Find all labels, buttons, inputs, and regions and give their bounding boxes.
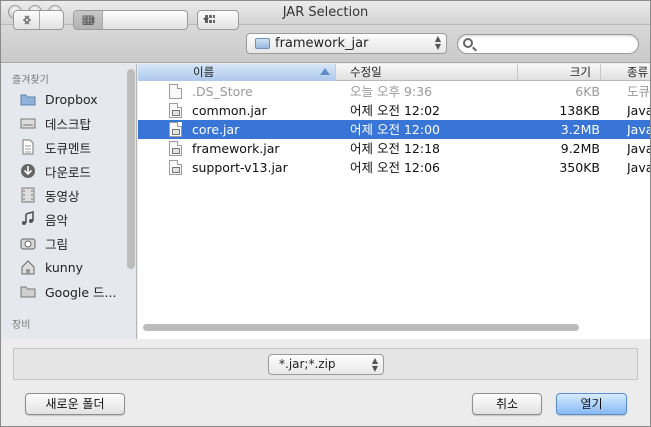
search-icon bbox=[463, 38, 473, 48]
table-row[interactable]: common.jar 어제 오전 12:02 138KB Java bbox=[138, 101, 650, 120]
file-size: 3.2MB bbox=[560, 122, 600, 137]
file-type-filter-popup[interactable]: *.jar;*.zip ▲ ▼ bbox=[268, 354, 384, 375]
sidebar-item-movies[interactable]: 동영상 bbox=[20, 184, 124, 206]
arrange-menu-button[interactable] bbox=[197, 10, 239, 30]
sidebar-item-label: 도큐멘트 bbox=[45, 140, 92, 156]
file-kind: Java bbox=[627, 141, 650, 156]
file-name: support-v13.jar bbox=[192, 160, 288, 175]
file-modified: 오늘 오후 9:36 bbox=[350, 84, 433, 99]
popup-updown-icon: ▲ ▼ bbox=[434, 34, 441, 51]
file-kind: 도큐 bbox=[627, 84, 650, 99]
jar-file-icon bbox=[169, 122, 182, 137]
file-modified: 어제 오전 12:18 bbox=[350, 141, 440, 156]
sidebar-item-label: Dropbox bbox=[45, 91, 98, 107]
arrange-chevron-down-icon bbox=[198, 11, 214, 29]
sidebar-item-downloads[interactable]: 다운로드 bbox=[20, 160, 124, 182]
view-mode-buttons bbox=[73, 10, 188, 30]
file-kind: Java bbox=[627, 160, 650, 175]
sidebar-item-label: 동영상 bbox=[45, 188, 80, 204]
sidebar-item-label: kunny bbox=[45, 259, 84, 275]
file-size: 138KB bbox=[559, 103, 600, 118]
chevron-right-icon bbox=[24, 15, 31, 25]
sidebar-item-label: 다운로드 bbox=[45, 164, 92, 180]
table-row[interactable]: core.jar 어제 오전 12:00 3.2MB Java bbox=[138, 120, 650, 139]
navigation-buttons bbox=[13, 10, 64, 30]
cancel-button[interactable]: 취소 bbox=[472, 393, 542, 415]
search-input[interactable] bbox=[457, 34, 639, 54]
sidebar-item-desktop[interactable]: 데스크탑 bbox=[20, 112, 124, 134]
cover-flow-button[interactable] bbox=[74, 11, 103, 29]
file-modified: 어제 오전 12:02 bbox=[350, 103, 440, 118]
sidebar-favorites-header: 즐겨찾기 bbox=[12, 75, 49, 86]
file-kind: Java bbox=[627, 103, 650, 118]
sidebar-item-pictures[interactable]: 그림 bbox=[20, 232, 124, 254]
downloads-icon bbox=[20, 163, 36, 179]
dropbox-icon bbox=[20, 91, 36, 107]
jar-file-icon bbox=[169, 141, 182, 156]
open-button[interactable]: 열기 bbox=[556, 393, 627, 415]
sidebar-item-label: 데스크탑 bbox=[45, 116, 92, 132]
music-icon bbox=[20, 210, 36, 227]
file-kind: Java bbox=[627, 122, 650, 137]
file-list-horizontal-scrollbar[interactable] bbox=[143, 324, 579, 331]
file-name: .DS_Store bbox=[192, 84, 253, 99]
sidebar-item-home[interactable]: kunny bbox=[20, 256, 124, 278]
file-name: common.jar bbox=[192, 103, 267, 118]
cover-flow-icon bbox=[82, 16, 95, 24]
kind-column-header[interactable]: 종류 bbox=[602, 64, 650, 81]
new-folder-button[interactable]: 새로운 폴더 bbox=[25, 393, 125, 415]
sidebar: 즐겨찾기 Dropbox 데스크탑 도큐멘트 다운로드 동영상 음악 그림 ku… bbox=[1, 64, 137, 339]
sidebar-item-documents[interactable]: 도큐멘트 bbox=[20, 136, 124, 158]
name-column-header[interactable]: 이름 bbox=[138, 64, 336, 81]
file-size: 9.2MB bbox=[560, 141, 600, 156]
file-name: framework.jar bbox=[192, 141, 280, 156]
desktop-icon bbox=[20, 115, 36, 131]
modified-column-header[interactable]: 수정일 bbox=[337, 64, 518, 81]
file-name: core.jar bbox=[192, 122, 240, 137]
file-list-header: 이름 수정일 크기 종류 bbox=[138, 64, 650, 81]
folder-path-label: framework_jar bbox=[275, 36, 369, 51]
table-row[interactable]: framework.jar 어제 오전 12:18 9.2MB Java bbox=[138, 139, 650, 158]
table-row[interactable]: .DS_Store 오늘 오후 9:36 6KB 도큐 bbox=[138, 82, 650, 101]
jar-selection-dialog: JAR Selection framework_jar ▲ ▼ 즐겨찾기 Dro… bbox=[0, 0, 651, 427]
file-type-filter-value: *.jar;*.zip bbox=[279, 357, 336, 371]
movies-icon bbox=[20, 187, 36, 203]
file-size: 350KB bbox=[559, 160, 600, 175]
sidebar-vertical-scrollbar[interactable] bbox=[127, 69, 135, 269]
jar-file-icon bbox=[169, 103, 182, 118]
filter-updown-icon: ▲ ▼ bbox=[371, 356, 378, 373]
sidebar-devices-header: 장비 bbox=[12, 320, 31, 331]
folder-icon bbox=[20, 283, 36, 299]
folder-path-popup[interactable]: framework_jar ▲ ▼ bbox=[246, 33, 447, 54]
sidebar-item-label: 음악 bbox=[45, 212, 69, 228]
table-row[interactable]: support-v13.jar 어제 오전 12:06 350KB Java bbox=[138, 158, 650, 177]
file-list: 이름 수정일 크기 종류 .DS_Store 오늘 오후 9:36 6KB 도큐… bbox=[138, 64, 650, 339]
jar-file-icon bbox=[169, 160, 182, 175]
size-column-header[interactable]: 크기 bbox=[519, 64, 601, 81]
sidebar-item-label: Google 드... bbox=[45, 284, 117, 300]
file-size: 6KB bbox=[575, 84, 600, 99]
folder-icon bbox=[255, 38, 270, 49]
file-modified: 어제 오전 12:06 bbox=[350, 160, 440, 175]
document-file-icon bbox=[169, 84, 182, 99]
sort-ascending-icon bbox=[320, 68, 330, 75]
sidebar-item-google-drive[interactable]: Google 드... bbox=[20, 280, 124, 302]
file-modified: 어제 오전 12:00 bbox=[350, 122, 440, 137]
sidebar-item-music[interactable]: 음악 bbox=[20, 208, 124, 230]
sidebar-item-dropbox[interactable]: Dropbox bbox=[20, 88, 124, 110]
pictures-icon bbox=[20, 235, 36, 251]
home-icon bbox=[20, 259, 36, 275]
sidebar-item-label: 그림 bbox=[45, 236, 69, 252]
forward-button[interactable] bbox=[14, 11, 39, 29]
documents-icon bbox=[20, 139, 36, 155]
